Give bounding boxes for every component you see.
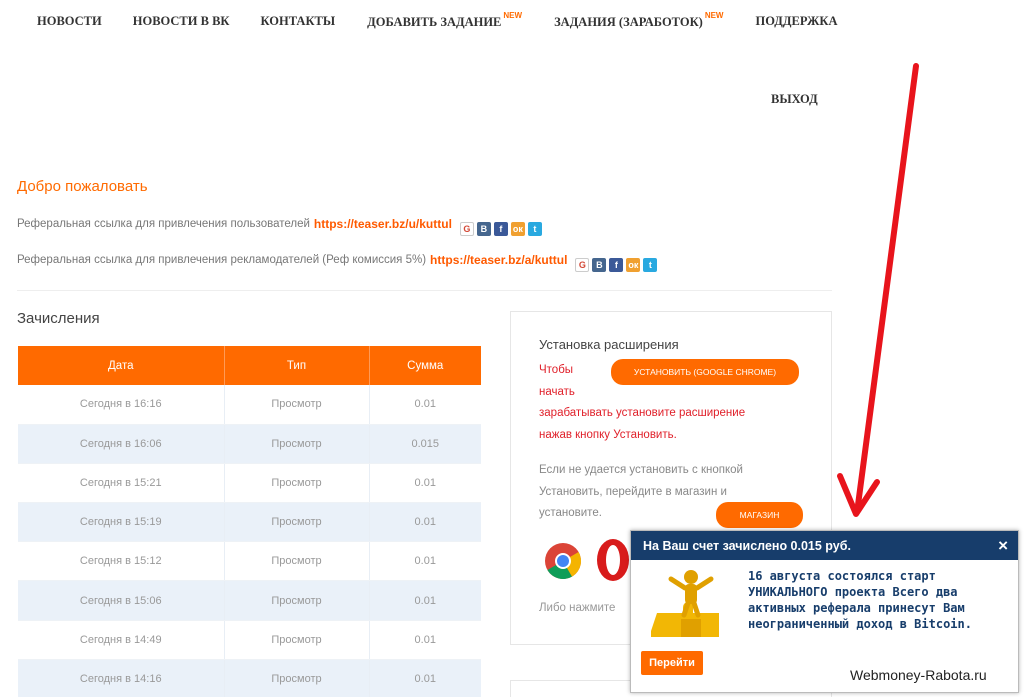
- table-row: Сегодня в 15:19 Просмотр 0.01: [18, 502, 481, 543]
- vk-icon[interactable]: B: [592, 258, 607, 272]
- cell-sum: 0.01: [369, 463, 481, 504]
- facebook-icon[interactable]: f: [609, 258, 624, 272]
- twitter-icon[interactable]: t: [527, 222, 542, 236]
- referral-users-link[interactable]: https://teaser.bz/u/kuttul: [314, 217, 452, 231]
- watermark: Webmoney-Rabota.ru: [850, 667, 987, 683]
- share-icons: G B f ок t: [459, 222, 542, 236]
- cell-sum: 0.01: [369, 541, 481, 582]
- nav-item-label: ПОДДЕРЖКА: [755, 14, 838, 28]
- cell-type: Просмотр: [224, 385, 370, 425]
- cell-sum: 0.01: [369, 385, 481, 425]
- referral-advertisers-link[interactable]: https://teaser.bz/a/kuttul: [430, 253, 567, 267]
- install-chrome-button[interactable]: УСТАНОВИТЬ (GOOGLE CHROME): [611, 359, 799, 385]
- cell-date: Сегодня в 14:16: [18, 659, 225, 697]
- cell-date: Сегодня в 15:19: [18, 502, 225, 543]
- divider: [17, 290, 832, 291]
- table-row: Сегодня в 14:49 Просмотр 0.01: [18, 620, 481, 660]
- cell-date: Сегодня в 15:06: [18, 580, 225, 621]
- extension-bottom-text: Либо нажмите: [539, 602, 616, 614]
- opera-icon[interactable]: [596, 538, 630, 582]
- close-icon[interactable]: ×: [998, 536, 1008, 556]
- new-badge: NEW: [503, 11, 523, 20]
- cell-sum: 0.01: [369, 659, 481, 697]
- twitter-icon[interactable]: t: [643, 258, 658, 272]
- new-badge: NEW: [704, 11, 724, 20]
- table-row: Сегодня в 15:06 Просмотр 0.01: [18, 580, 481, 621]
- nav-item-tasks[interactable]: ЗАДАНИЯ (ЗАРАБОТОК) NEW: [554, 11, 724, 30]
- cell-date: Сегодня в 16:06: [18, 424, 225, 464]
- google-plus-icon[interactable]: G: [459, 222, 474, 236]
- referral-advertisers-label: Реферальная ссылка для привлечения рекла…: [17, 254, 427, 266]
- credits-table: Дата Тип Сумма Сегодня в 16:16 Просмотр 0.…: [18, 346, 481, 697]
- referral-users-label: Реферальная ссылка для привлечения польз…: [17, 218, 310, 230]
- odnoklassniki-icon[interactable]: ок: [510, 222, 525, 236]
- cell-sum: 0.01: [369, 502, 481, 543]
- go-button[interactable]: Перейти: [641, 651, 703, 675]
- extension-text-line: Установить, перейдите в магазин и: [539, 485, 727, 498]
- table-row: Сегодня в 16:06 Просмотр 0.015: [18, 424, 481, 464]
- column-header-sum: Сумма: [369, 346, 481, 385]
- table-header-row: Дата Тип Сумма: [18, 346, 481, 385]
- table-row: Сегодня в 14:16 Просмотр 0.01: [18, 659, 481, 697]
- welcome-heading: Добро пожаловать: [17, 178, 148, 195]
- cell-sum: 0.015: [369, 424, 481, 464]
- cell-type: Просмотр: [224, 424, 370, 464]
- cell-type: Просмотр: [224, 541, 370, 582]
- nav-item-label: ЗАДАНИЯ (ЗАРАБОТОК): [554, 15, 703, 30]
- google-plus-icon[interactable]: G: [575, 258, 590, 272]
- table-row: Сегодня в 15:12 Просмотр 0.01: [18, 541, 481, 582]
- vk-icon[interactable]: B: [476, 222, 491, 236]
- cell-type: Просмотр: [224, 502, 370, 543]
- cell-date: Сегодня в 15:21: [18, 463, 225, 504]
- cell-date: Сегодня в 16:16: [18, 385, 225, 425]
- popup-message: 16 августа состоялся старт УНИКАЛЬНОГО п…: [748, 569, 972, 631]
- credits-title: Зачисления: [17, 310, 100, 327]
- popup-header: На Ваш счет зачислено 0.015 руб. ×: [631, 531, 1018, 560]
- nav-item-label: КОНТАКТЫ: [260, 14, 336, 28]
- nav-item-add-task[interactable]: ДОБАВИТЬ ЗАДАНИЕ NEW: [367, 11, 523, 30]
- nav-item-contacts[interactable]: КОНТАКТЫ: [261, 14, 336, 30]
- nav-item-news[interactable]: НОВОСТИ: [37, 14, 102, 30]
- cell-sum: 0.01: [369, 580, 481, 621]
- cell-sum: 0.01: [369, 620, 481, 660]
- shop-button[interactable]: МАГАЗИН: [716, 502, 803, 528]
- cell-type: Просмотр: [224, 580, 370, 621]
- extension-text-line: зарабатывать установите расширение: [539, 407, 746, 419]
- nav-item-label: НОВОСТИ В ВК: [132, 14, 230, 28]
- nav-item-support[interactable]: ПОДДЕРЖКА: [755, 14, 837, 30]
- extension-text-line: нажав кнопку Установить.: [539, 428, 677, 441]
- table-row: Сегодня в 16:16 Просмотр 0.01: [18, 385, 481, 425]
- nav-item-label: ДОБАВИТЬ ЗАДАНИЕ: [367, 15, 502, 30]
- cell-type: Просмотр: [224, 620, 370, 660]
- logout-link[interactable]: ВЫХОД: [771, 92, 818, 107]
- referral-users-line: Реферальная ссылка для привлечения польз…: [17, 217, 542, 236]
- facebook-icon[interactable]: f: [493, 222, 508, 236]
- odnoklassniki-icon[interactable]: ок: [626, 258, 641, 272]
- cell-type: Просмотр: [224, 463, 370, 504]
- referral-advertisers-line: Реферальная ссылка для привлечения рекла…: [17, 253, 658, 272]
- cell-type: Просмотр: [224, 659, 370, 697]
- table-row: Сегодня в 15:21 Просмотр 0.01: [18, 463, 481, 504]
- column-header-type: Тип: [224, 346, 370, 385]
- cell-date: Сегодня в 15:12: [18, 541, 225, 582]
- cell-date: Сегодня в 14:49: [18, 620, 225, 660]
- top-nav: НОВОСТИ НОВОСТИ В ВК КОНТАКТЫ ДОБАВИТЬ З…: [37, 11, 838, 30]
- extension-text-line: Если не удается установить с кнопкой: [539, 464, 743, 476]
- column-header-date: Дата: [18, 346, 225, 385]
- puzzle-person-icon: [651, 570, 719, 637]
- nav-item-label: НОВОСТИ: [37, 14, 102, 28]
- chrome-icon[interactable]: [544, 542, 582, 580]
- share-icons: G B f ок t: [575, 258, 658, 272]
- popup-title: На Ваш счет зачислено 0.015 руб.: [643, 538, 851, 553]
- nav-item-news-vk[interactable]: НОВОСТИ В ВК: [133, 14, 230, 30]
- extension-title: Установка расширения: [539, 337, 679, 352]
